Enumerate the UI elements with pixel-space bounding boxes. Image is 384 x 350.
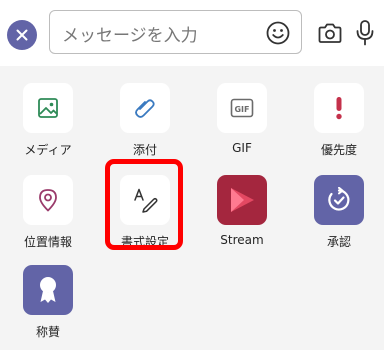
camera-icon[interactable] — [318, 22, 342, 44]
app-tile[interactable] — [120, 83, 170, 133]
app-label: メディア — [24, 143, 72, 157]
app-gif[interactable]: GIF GIF — [197, 83, 287, 163]
close-button[interactable] — [7, 20, 37, 50]
app-approval[interactable]: 承認 — [294, 175, 384, 255]
compose-bar: メッセージを入力 — [0, 0, 384, 66]
app-attach[interactable]: 添付 — [100, 83, 190, 163]
app-tile[interactable] — [23, 175, 73, 225]
app-tile[interactable]: GIF — [217, 83, 267, 133]
approval-icon — [328, 187, 350, 211]
highlight-box — [105, 159, 183, 250]
app-label: 添付 — [132, 143, 157, 157]
location-pin-icon — [39, 189, 57, 212]
praise-badge-icon — [40, 277, 56, 303]
app-label: Stream — [220, 233, 264, 247]
message-placeholder: メッセージを入力 — [62, 26, 198, 46]
image-icon — [38, 98, 58, 118]
app-label: 称賛 — [35, 325, 60, 339]
close-icon — [16, 29, 28, 41]
exclamation-icon — [336, 97, 342, 120]
app-label: 優先度 — [320, 143, 357, 157]
paperclip-icon — [135, 99, 155, 118]
stream-icon — [231, 188, 254, 212]
app-tile[interactable] — [23, 83, 73, 133]
app-priority[interactable]: 優先度 — [294, 83, 384, 163]
app-tile[interactable] — [314, 83, 364, 133]
microphone-icon[interactable] — [356, 20, 374, 46]
app-tile[interactable] — [217, 175, 267, 225]
app-tile[interactable] — [314, 175, 364, 225]
svg-text:GIF: GIF — [234, 105, 249, 114]
app-label: 承認 — [326, 235, 351, 249]
app-praise[interactable]: 称賛 — [3, 265, 93, 345]
app-tile[interactable] — [23, 265, 73, 315]
gif-icon: GIF — [230, 98, 254, 118]
emoji-icon[interactable] — [266, 21, 290, 45]
app-stream[interactable]: Stream — [197, 175, 287, 255]
app-label: 位置情報 — [23, 235, 72, 249]
app-label: GIF — [232, 141, 252, 155]
message-input[interactable]: メッセージを入力 — [49, 10, 302, 54]
app-media[interactable]: メディア — [3, 83, 93, 163]
app-location[interactable]: 位置情報 — [3, 175, 93, 255]
